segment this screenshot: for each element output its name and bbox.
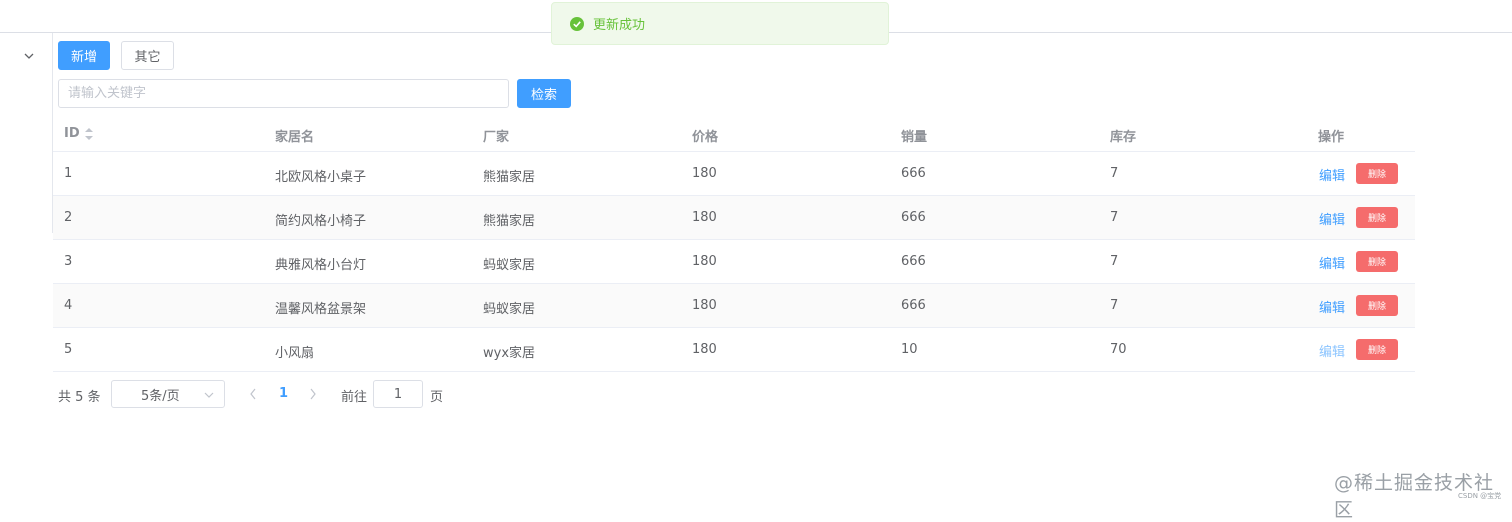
header-actions: 操作 [1318, 130, 1345, 145]
cell-price: 180 [692, 166, 717, 181]
delete-button[interactable]: 删除 [1356, 207, 1398, 228]
pagination: 共 5 条 5条/页 1 前往 1 页 [58, 380, 478, 408]
current-page-number[interactable]: 1 [279, 386, 288, 401]
header-maker: 厂家 [483, 130, 510, 145]
page-suffix: 页 [430, 390, 444, 405]
cell-sales: 666 [901, 210, 926, 225]
table-row: 4 温馨风格盆景架 蚂蚁家居 180 666 7 编辑 删除 [53, 284, 1415, 328]
goto-label: 前往 [341, 390, 368, 405]
other-button[interactable]: 其它 [121, 41, 174, 70]
header-sales: 销量 [901, 130, 928, 145]
edit-button[interactable]: 编辑 [1319, 297, 1345, 316]
edit-button[interactable]: 编辑 [1319, 209, 1345, 228]
sort-caret-icon[interactable] [84, 127, 93, 140]
cell-sales: 666 [901, 298, 926, 313]
cell-stock: 7 [1110, 210, 1119, 225]
edit-button[interactable]: 编辑 [1319, 165, 1345, 184]
cell-price: 180 [692, 342, 717, 357]
add-button[interactable]: 新增 [58, 41, 110, 70]
cell-name: 北欧风格小桌子 [275, 170, 367, 185]
header-name: 家居名 [275, 130, 315, 145]
furniture-table: ID 家居名 厂家 价格 销量 库存 操作 1 北欧风格小桌子 熊猫家居 180… [53, 116, 1415, 372]
cell-price: 180 [692, 298, 717, 313]
chevron-down-icon [204, 392, 214, 398]
cell-stock: 70 [1110, 342, 1127, 357]
toast-message: 更新成功 [593, 18, 646, 33]
cell-id: 4 [64, 298, 73, 313]
page-size-select[interactable]: 5条/页 [111, 380, 225, 408]
edit-button[interactable]: 编辑 [1319, 253, 1345, 272]
next-page-icon[interactable] [308, 388, 318, 400]
watermark-sub: CSDN @宝党 [1458, 492, 1502, 500]
cell-maker: 熊猫家居 [483, 214, 536, 229]
cell-sales: 666 [901, 166, 926, 181]
cell-stock: 7 [1110, 166, 1119, 181]
header-price: 价格 [692, 130, 719, 145]
cell-name: 简约风格小椅子 [275, 214, 367, 229]
cell-name: 小风扇 [275, 346, 315, 361]
edit-button[interactable]: 编辑 [1319, 341, 1345, 360]
cell-maker: 蚂蚁家居 [483, 302, 536, 317]
table-header: ID 家居名 厂家 价格 销量 库存 操作 [53, 116, 1415, 152]
cell-maker: 蚂蚁家居 [483, 258, 536, 273]
delete-button[interactable]: 删除 [1356, 163, 1398, 184]
search-button[interactable]: 检索 [517, 79, 571, 108]
cell-name: 典雅风格小台灯 [275, 258, 367, 273]
cell-maker: wyx家居 [483, 346, 536, 361]
delete-button[interactable]: 删除 [1356, 251, 1398, 272]
cell-stock: 7 [1110, 254, 1119, 269]
cell-maker: 熊猫家居 [483, 170, 536, 185]
header-id[interactable]: ID [64, 126, 93, 141]
cell-sales: 666 [901, 254, 926, 269]
pagination-total: 共 5 条 [58, 390, 101, 405]
cell-sales: 10 [901, 342, 918, 357]
cell-id: 1 [64, 166, 73, 181]
table-row: 3 典雅风格小台灯 蚂蚁家居 180 666 7 编辑 删除 [53, 240, 1415, 284]
goto-page-input[interactable]: 1 [373, 380, 423, 408]
table-row: 5 小风扇 wyx家居 180 10 70 编辑 删除 [53, 328, 1415, 372]
header-stock: 库存 [1110, 130, 1137, 145]
cell-name: 温馨风格盆景架 [275, 302, 367, 317]
prev-page-icon[interactable] [248, 388, 258, 400]
cell-stock: 7 [1110, 298, 1119, 313]
search-input[interactable] [58, 79, 509, 108]
cell-id: 3 [64, 254, 73, 269]
cell-price: 180 [692, 254, 717, 269]
cell-id: 2 [64, 210, 73, 225]
table-row: 1 北欧风格小桌子 熊猫家居 180 666 7 编辑 删除 [53, 152, 1415, 196]
page-size-value: 5条/页 [141, 388, 180, 404]
delete-button[interactable]: 删除 [1356, 295, 1398, 316]
cell-id: 5 [64, 342, 73, 357]
table-row: 2 简约风格小椅子 熊猫家居 180 666 7 编辑 删除 [53, 196, 1415, 240]
delete-button[interactable]: 删除 [1356, 339, 1398, 360]
cell-price: 180 [692, 210, 717, 225]
chevron-down-icon[interactable] [23, 50, 35, 62]
success-check-icon [570, 16, 584, 31]
header-id-label: ID [64, 126, 80, 141]
success-toast: 更新成功 [551, 2, 889, 45]
